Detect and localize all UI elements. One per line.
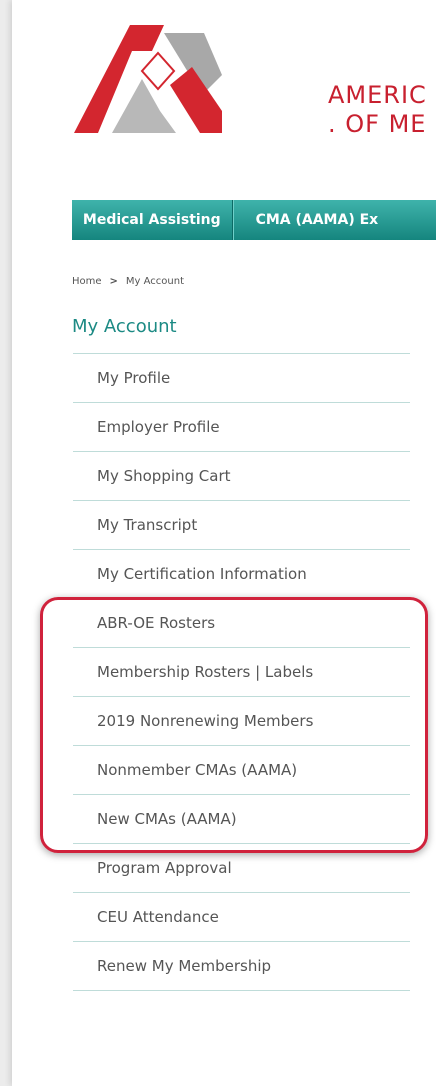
menu-item-ceu-attendance[interactable]: CEU Attendance xyxy=(73,893,410,942)
main-nav: Medical Assisting CMA (AAMA) Ex xyxy=(72,200,436,240)
page: AMERIC . OF ME Medical Assisting CMA (AA… xyxy=(12,0,436,1086)
menu-item-new-cmas[interactable]: New CMAs (AAMA) xyxy=(73,795,410,844)
nav-item-medical-assisting[interactable]: Medical Assisting xyxy=(72,200,233,240)
org-name: AMERIC . OF ME xyxy=(328,81,427,139)
logo-diamond xyxy=(140,51,176,91)
menu-item-certification-info[interactable]: My Certification Information xyxy=(73,550,410,599)
menu-item-shopping-cart[interactable]: My Shopping Cart xyxy=(73,452,410,501)
menu-item-nonmember-cmas[interactable]: Nonmember CMAs (AAMA) xyxy=(73,746,410,795)
menu-item-transcript[interactable]: My Transcript xyxy=(73,501,410,550)
menu-item-membership-rosters[interactable]: Membership Rosters | Labels xyxy=(73,648,410,697)
menu-item-program-approval[interactable]: Program Approval xyxy=(73,844,410,893)
page-title: My Account xyxy=(72,316,177,337)
breadcrumb-current: My Account xyxy=(125,276,185,287)
menu-item-nonrenewing-members[interactable]: 2019 Nonrenewing Members xyxy=(73,697,410,746)
breadcrumb: Home > My Account xyxy=(72,276,184,287)
org-name-line2: . OF ME xyxy=(328,110,427,138)
breadcrumb-home-link[interactable]: Home xyxy=(72,276,102,287)
menu-item-employer-profile[interactable]: Employer Profile xyxy=(73,403,410,452)
account-menu: My Profile Employer Profile My Shopping … xyxy=(73,353,410,991)
aama-logo[interactable] xyxy=(72,15,222,140)
org-name-line1: AMERIC xyxy=(328,81,427,109)
menu-item-abr-oe-rosters[interactable]: ABR-OE Rosters xyxy=(73,599,410,648)
nav-item-cma-exam[interactable]: CMA (AAMA) Ex xyxy=(232,200,436,240)
menu-item-my-profile[interactable]: My Profile xyxy=(73,354,410,403)
menu-item-renew-membership[interactable]: Renew My Membership xyxy=(73,942,410,991)
logo-grey-shape-low xyxy=(112,79,176,133)
breadcrumb-separator: > xyxy=(109,276,118,287)
